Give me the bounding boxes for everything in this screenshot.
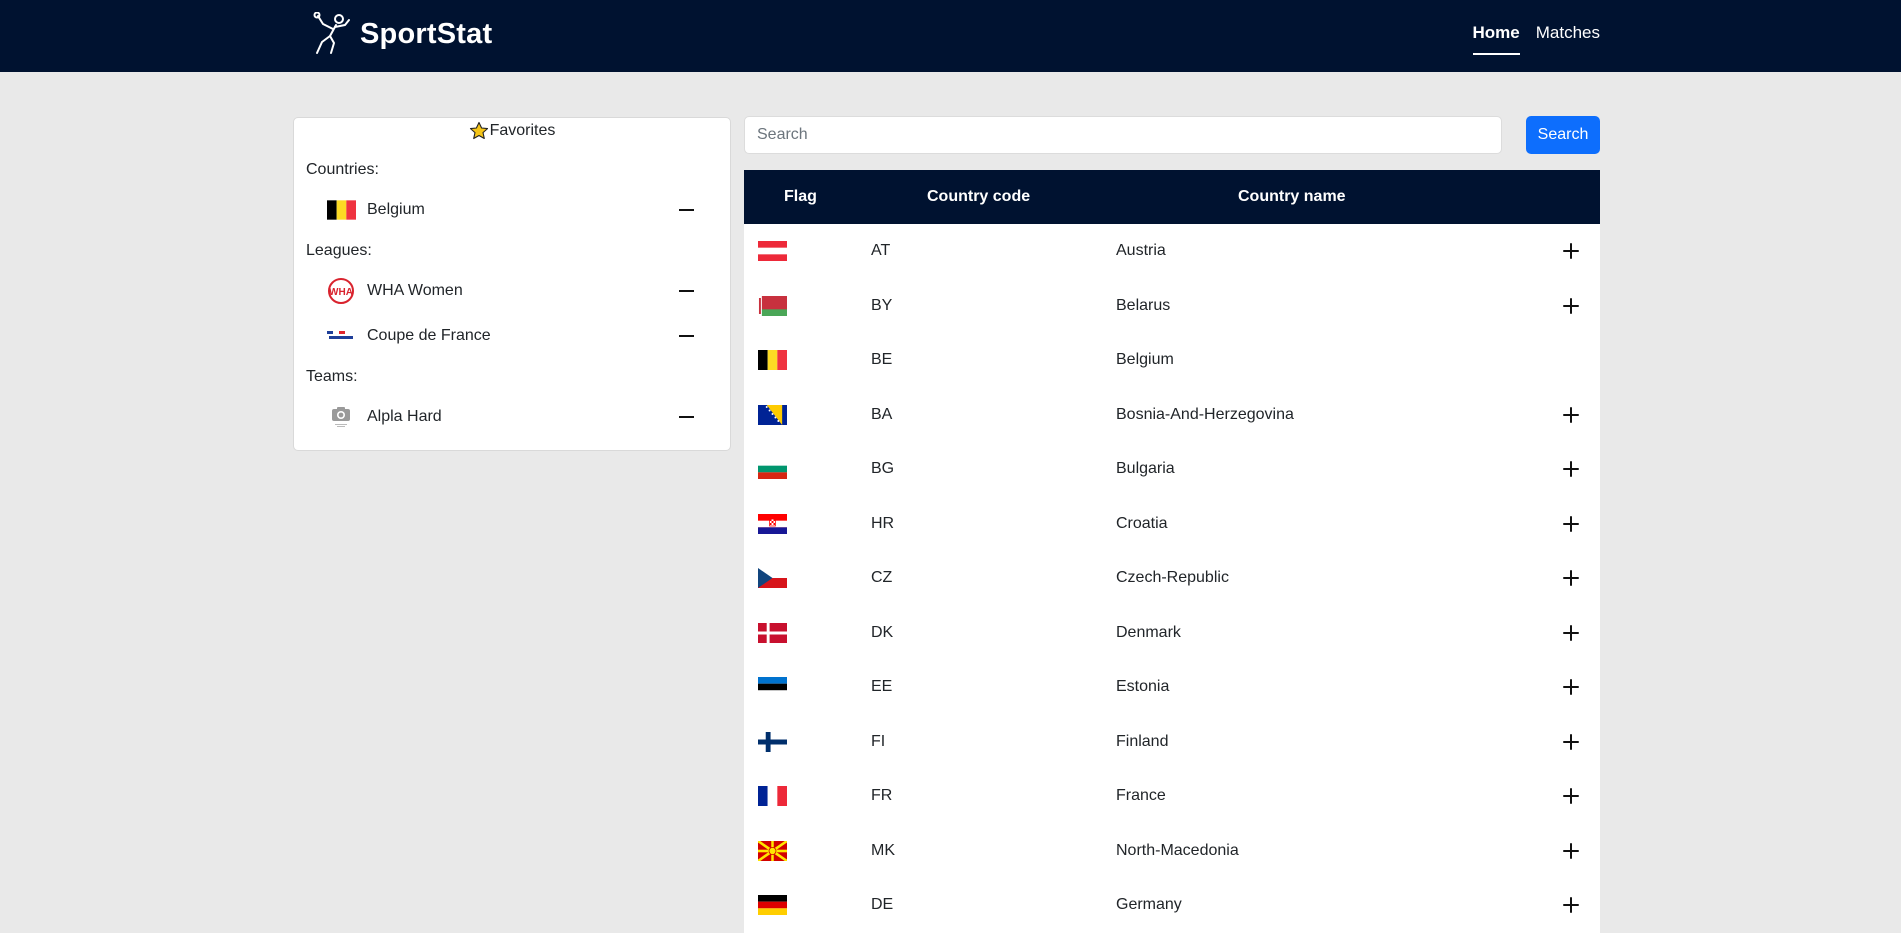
- country-code-cell: BE: [871, 351, 893, 368]
- country-name-cell: North-Macedonia: [1116, 841, 1239, 859]
- country-code-cell: BG: [871, 460, 895, 477]
- nav-home[interactable]: Home: [1472, 0, 1520, 72]
- brand[interactable]: SportStat: [312, 12, 492, 56]
- add-favorite-icon[interactable]: [1559, 839, 1583, 863]
- favorite-league-item[interactable]: WHA WHA Women: [326, 276, 698, 306]
- favorite-country-name: Belgium: [367, 201, 425, 218]
- favorites-title: Favorites: [489, 122, 556, 139]
- table-header: Flag Country code Country name: [744, 170, 1600, 224]
- column-header-code: Country code: [927, 188, 1031, 205]
- search-button[interactable]: Search: [1526, 116, 1600, 154]
- table-row: MK North-Macedonia: [744, 824, 1600, 879]
- flag-de-icon: [758, 895, 787, 933]
- brand-name: SportStat: [360, 17, 493, 50]
- table-row: BG Bulgaria: [744, 442, 1600, 497]
- table-row: CZ Czech-Republic: [744, 551, 1600, 606]
- remove-favorite-icon[interactable]: [674, 198, 698, 222]
- country-code-cell: BY: [871, 296, 893, 314]
- favorite-league-item[interactable]: Coupe de France: [326, 321, 698, 351]
- add-favorite-icon[interactable]: [1559, 893, 1583, 917]
- table-row: BE Belgium: [744, 333, 1600, 388]
- country-name-cell: Bosnia-And-Herzegovina: [1116, 405, 1294, 423]
- country-code-cell: EE: [871, 678, 893, 695]
- table-row: DK Denmark: [744, 606, 1600, 661]
- table-body: AT Austria BY Belarus BE Belgium BA Bosnia-And-…: [744, 224, 1600, 933]
- country-code-cell: AT: [871, 242, 891, 259]
- add-favorite-icon[interactable]: [1559, 784, 1583, 808]
- add-favorite-icon[interactable]: [1559, 512, 1583, 536]
- country-name-cell: Austria: [1116, 242, 1166, 259]
- svg-text:WHA: WHA: [329, 287, 353, 298]
- teams-label: Teams:: [306, 368, 358, 385]
- favorite-league-name: Coupe de France: [367, 327, 491, 344]
- favorites-panel: Favorites Countries: Belgium Leagues: WH…: [293, 117, 731, 451]
- favorite-country-item[interactable]: Belgium: [326, 195, 698, 225]
- column-header-name: Country name: [1238, 188, 1346, 205]
- add-favorite-icon[interactable]: [1559, 621, 1583, 645]
- country-code-cell: BA: [871, 405, 893, 423]
- remove-favorite-icon[interactable]: [674, 405, 698, 429]
- nav-matches[interactable]: Matches: [1536, 0, 1600, 72]
- countries-label: Countries:: [306, 161, 379, 178]
- table-row: FR France: [744, 769, 1600, 824]
- remove-favorite-icon[interactable]: [674, 279, 698, 303]
- country-name-cell: Denmark: [1116, 623, 1181, 641]
- search-input[interactable]: [744, 116, 1502, 154]
- favorites-header: Favorites: [294, 121, 730, 141]
- country-code-cell: CZ: [871, 569, 893, 586]
- table-row: AT Austria: [744, 224, 1600, 279]
- favorite-league-name: WHA Women: [367, 282, 463, 299]
- add-favorite-icon[interactable]: [1559, 730, 1583, 754]
- camera-placeholder-icon: [326, 405, 356, 429]
- country-name-cell: Czech-Republic: [1116, 569, 1229, 586]
- countries-table: Flag Country code Country name AT Austria…: [744, 170, 1600, 933]
- handball-player-icon: [313, 12, 350, 54]
- add-favorite-icon[interactable]: [1559, 566, 1583, 590]
- wha-logo-icon: WHA: [326, 278, 356, 304]
- table-row: FI Finland: [744, 715, 1600, 770]
- top-navbar: SportStat Home Matches: [0, 0, 1901, 72]
- column-header-flag: Flag: [784, 188, 817, 205]
- country-name-cell: Belarus: [1116, 296, 1171, 314]
- country-name-cell: France: [1116, 787, 1166, 804]
- table-row: HR Croatia: [744, 497, 1600, 552]
- star-icon: [469, 121, 488, 140]
- country-code-cell: DE: [871, 896, 894, 913]
- country-code-cell: MK: [871, 841, 895, 859]
- flag-be-icon: [326, 198, 356, 222]
- add-favorite-icon[interactable]: [1559, 457, 1583, 481]
- add-favorite-icon[interactable]: [1559, 294, 1583, 318]
- table-row: EE Estonia: [744, 660, 1600, 715]
- leagues-label: Leagues:: [306, 242, 372, 259]
- country-name-cell: Finland: [1116, 732, 1169, 750]
- country-name-cell: Belgium: [1116, 351, 1174, 368]
- table-row: DE Germany: [744, 878, 1600, 933]
- favorite-team-item[interactable]: Alpla Hard: [326, 402, 698, 432]
- add-favorite-icon[interactable]: [1559, 239, 1583, 263]
- country-code-cell: FR: [871, 787, 893, 804]
- country-code-cell: FI: [871, 732, 886, 750]
- add-favorite-icon[interactable]: [1559, 403, 1583, 427]
- add-favorite-icon[interactable]: [1559, 675, 1583, 699]
- country-name-cell: Croatia: [1116, 514, 1168, 532]
- country-name-cell: Estonia: [1116, 678, 1170, 695]
- coupe-de-france-logo-icon: [326, 324, 356, 348]
- remove-favorite-icon[interactable]: [674, 324, 698, 348]
- country-name-cell: Bulgaria: [1116, 460, 1175, 477]
- main-nav: Home Matches: [1472, 0, 1600, 72]
- favorite-team-name: Alpla Hard: [367, 408, 442, 425]
- table-row: BA Bosnia-And-Herzegovina: [744, 388, 1600, 443]
- country-code-cell: HR: [871, 514, 895, 532]
- country-name-cell: Germany: [1116, 896, 1182, 913]
- table-row: BY Belarus: [744, 279, 1600, 334]
- country-code-cell: DK: [871, 623, 894, 641]
